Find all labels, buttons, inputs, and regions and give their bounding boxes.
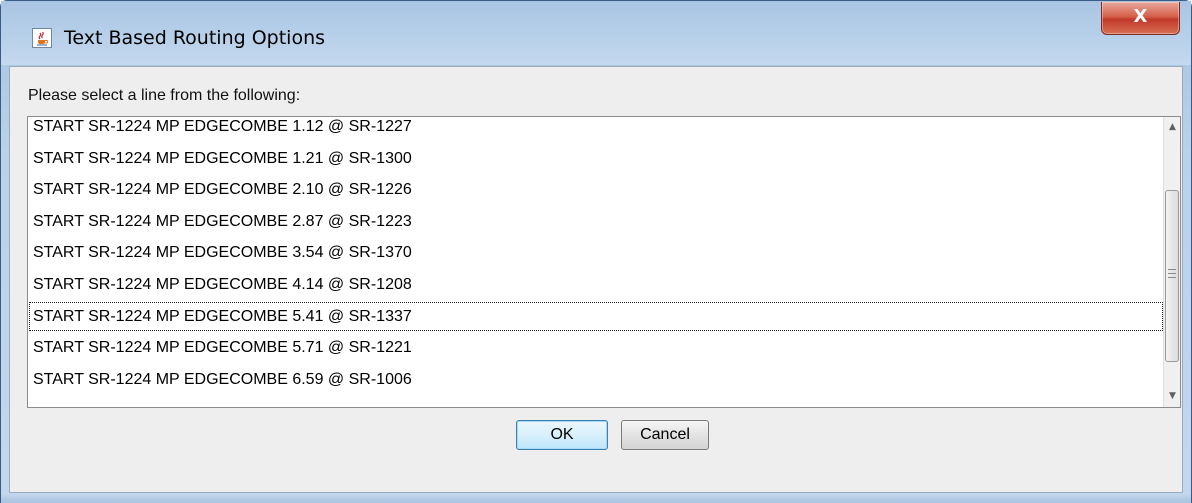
list-item-focused[interactable]: START SR-1224 MP EDGECOMBE 5.41 @ SR-133… (28, 301, 1164, 333)
close-icon: X (1133, 6, 1148, 27)
scrollbar-grip-icon (1168, 269, 1176, 278)
scrollbar-thumb[interactable] (1165, 190, 1179, 362)
window-title: Text Based Routing Options (64, 27, 326, 49)
list-item[interactable]: START SR-1224 MP EDGECOMBE 5.71 @ SR-122… (28, 332, 1164, 364)
java-coffee-cup-icon (32, 28, 52, 48)
list-item[interactable]: START SR-1224 MP EDGECOMBE 2.87 @ SR-122… (28, 206, 1164, 238)
vertical-scrollbar[interactable]: ▲ ▼ (1163, 117, 1180, 407)
scroll-up-arrow-icon[interactable]: ▲ (1164, 119, 1180, 136)
title-bar[interactable]: Text Based Routing Options X (1, 1, 1191, 65)
list-item[interactable]: START SR-1224 MP EDGECOMBE 1.21 @ SR-130… (28, 143, 1164, 175)
close-button[interactable]: X (1101, 2, 1180, 35)
dialog-window: Text Based Routing Options X Please sele… (0, 0, 1192, 503)
list-item[interactable]: START SR-1224 MP EDGECOMBE 2.10 @ SR-122… (28, 174, 1164, 206)
window-bottom-frame (1, 494, 1191, 503)
list-item[interactable]: START SR-1224 MP EDGECOMBE 4.14 @ SR-120… (28, 269, 1164, 301)
list-item[interactable]: START SR-1224 MP EDGECOMBE 6.59 @ SR-100… (28, 364, 1164, 396)
scroll-down-arrow-icon[interactable]: ▼ (1164, 388, 1180, 405)
options-list-items: START SR-1224 MP EDGECOMBE 1.12 @ SR-122… (28, 117, 1164, 396)
cancel-button[interactable]: Cancel (621, 420, 709, 450)
ok-button[interactable]: OK (516, 420, 608, 450)
list-item[interactable]: START SR-1224 MP EDGECOMBE 1.12 @ SR-122… (28, 117, 1164, 143)
dialog-content: Please select a line from the following:… (9, 66, 1183, 493)
options-list[interactable]: START SR-1224 MP EDGECOMBE 1.12 @ SR-122… (27, 116, 1181, 408)
prompt-label: Please select a line from the following: (28, 87, 301, 104)
list-item[interactable]: START SR-1224 MP EDGECOMBE 3.54 @ SR-137… (28, 237, 1164, 269)
